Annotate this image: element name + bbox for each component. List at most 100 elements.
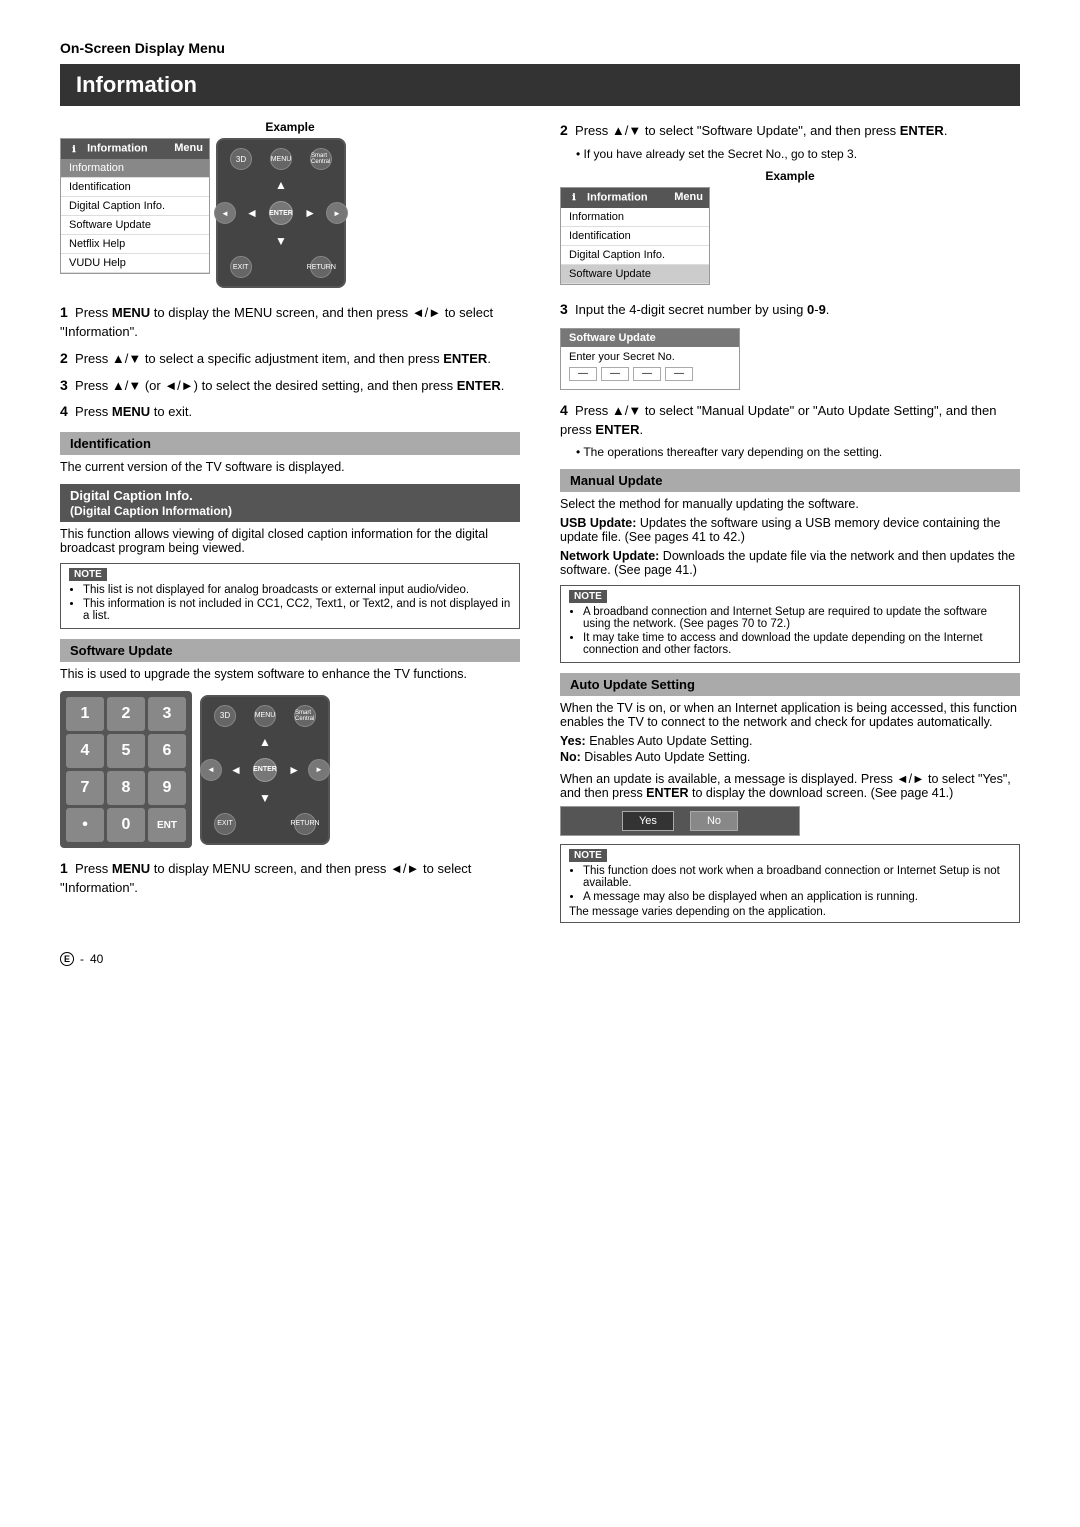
footer-circle: E (60, 951, 74, 966)
key-2[interactable]: 2 (107, 697, 145, 731)
key-dot[interactable]: • (66, 808, 104, 842)
auto-yes-text: Yes: Enables Auto Update Setting. (560, 734, 1020, 748)
note-label-3: NOTE (569, 849, 607, 862)
btn-menu-2[interactable]: MENU (254, 705, 276, 727)
btn-3d-2[interactable]: 3D (214, 705, 236, 727)
auto-update-note-list: This function does not work when a broad… (569, 865, 1011, 903)
btn-return[interactable]: RETURN (310, 256, 332, 278)
remote-top-buttons-2: 3D MENU Smart Central (208, 705, 322, 727)
menu-header-right: ℹ Information Menu (561, 188, 709, 208)
menu-label-right: Menu (674, 191, 703, 205)
btn-enter-2[interactable]: ENTER (253, 758, 277, 782)
btn-no[interactable]: No (690, 811, 738, 831)
key-1[interactable]: 1 (66, 697, 104, 731)
menu-item-dc-r[interactable]: Digital Caption Info. (561, 246, 709, 265)
note-item-2: This information is not included in CC1,… (83, 598, 511, 622)
menu-item-vudu[interactable]: VUDU Help (61, 254, 209, 273)
key-3[interactable]: 3 (148, 697, 186, 731)
btn-left-2[interactable]: ◄ (200, 759, 222, 781)
dpad-left-2[interactable]: ◄ (230, 763, 242, 777)
key-9[interactable]: 9 (148, 771, 186, 805)
dpad-left[interactable]: ◄ (246, 206, 258, 220)
key-5[interactable]: 5 (107, 734, 145, 768)
step2-right: 2 Press ▲/▼ to select "Software Update",… (560, 120, 1020, 141)
step4-left: 4 Press MENU to exit. (60, 401, 520, 422)
sw-update-dashes: — — — — (569, 367, 731, 385)
auto-note-1: This function does not work when a broad… (583, 865, 1011, 889)
dpad-right-2[interactable]: ► (288, 763, 300, 777)
step2-left: 2 Press ▲/▼ to select a specific adjustm… (60, 348, 520, 369)
network-update-text: Network Update: Downloads the update fil… (560, 549, 1020, 577)
key-6[interactable]: 6 (148, 734, 186, 768)
menu-icon-left: ℹ Information (67, 142, 148, 156)
menu-item-identification[interactable]: Identification (61, 178, 209, 197)
btn-exit[interactable]: EXIT (230, 256, 252, 278)
dpad-up-2[interactable]: ▲ (259, 735, 271, 749)
btn-smart-central[interactable]: Smart Central (310, 148, 332, 170)
btn-smart-2[interactable]: Smart Central (294, 705, 316, 727)
menu-item-info-r[interactable]: Information (561, 208, 709, 227)
key-8[interactable]: 8 (107, 771, 145, 805)
dpad-down[interactable]: ▼ (275, 234, 287, 248)
step3-right: 3 Input the 4-digit secret number by usi… (560, 299, 1020, 320)
dash-2: — (601, 367, 629, 381)
identification-text: The current version of the TV software i… (60, 460, 520, 474)
remote-bottom-buttons: EXIT RETURN (224, 256, 338, 278)
key-7[interactable]: 7 (66, 771, 104, 805)
btn-enter[interactable]: ENTER (269, 201, 293, 225)
menu-box-left: ℹ Information Menu Information Identific… (60, 138, 210, 274)
menu-item-netflix[interactable]: Netflix Help (61, 235, 209, 254)
btn-right-arrow[interactable]: ► (326, 202, 348, 224)
dash-4: — (665, 367, 693, 381)
on-screen-display-menu-label: On-Screen Display Menu (60, 40, 1020, 56)
key-0[interactable]: 0 (107, 808, 145, 842)
section-title: Information (60, 64, 1020, 106)
sw-update-subtitle: Enter your Secret No. (569, 351, 731, 363)
step1-left: 1 Press MENU to display the MENU screen,… (60, 302, 520, 342)
remote-control-2: 3D MENU Smart Central ◄ ▲ ▼ ◄ ► ENTER ► (200, 695, 330, 845)
menu-label-left: Menu (174, 142, 203, 156)
step2-note-text: • If you have already set the Secret No.… (576, 147, 1020, 161)
info-icon-right: ℹ (567, 191, 581, 205)
sw-update-body: Enter your Secret No. — — — — (561, 347, 739, 389)
dpad-right[interactable]: ► (304, 206, 316, 220)
note-item-1: This list is not displayed for analog br… (83, 584, 511, 596)
dpad-up[interactable]: ▲ (275, 178, 287, 192)
menu-item-sw-r[interactable]: Software Update (561, 265, 709, 284)
numpad-mockup: 1 2 3 4 5 6 7 8 9 • 0 ENT 3D MENU Smart … (60, 691, 520, 848)
menu-item-id-r[interactable]: Identification (561, 227, 709, 246)
manual-update-note: NOTE A broadband connection and Internet… (560, 585, 1020, 663)
manual-note-2: It may take time to access and download … (583, 632, 1011, 656)
btn-return-2[interactable]: RETURN (294, 813, 316, 835)
usb-update-text: USB Update: Updates the software using a… (560, 516, 1020, 544)
numpad-grid: 1 2 3 4 5 6 7 8 9 • 0 ENT (60, 691, 192, 848)
btn-yes[interactable]: Yes (622, 811, 674, 831)
remote-top-buttons: 3D MENU Smart Central (224, 148, 338, 170)
step2-num: 2 (60, 350, 68, 366)
page-footer: E - 40 (60, 951, 1020, 966)
software-update-text: This is used to upgrade the system softw… (60, 667, 520, 681)
manual-update-note-list: A broadband connection and Internet Setu… (569, 606, 1011, 656)
page-header: On-Screen Display Menu (60, 40, 1020, 56)
menu-header-left: ℹ Information Menu (61, 139, 209, 159)
dpad-down-2[interactable]: ▼ (259, 791, 271, 805)
btn-right-2[interactable]: ► (308, 759, 330, 781)
remote-bottom-2: EXIT RETURN (208, 813, 322, 835)
menu-item-information[interactable]: Information (61, 159, 209, 178)
auto-update-note: NOTE This function does not work when a … (560, 844, 1020, 923)
menu-mockup-right: ℹ Information Menu Information Identific… (560, 187, 1020, 285)
menu-item-digital-caption[interactable]: Digital Caption Info. (61, 197, 209, 216)
menu-item-software-update[interactable]: Software Update (61, 216, 209, 235)
key-ent[interactable]: ENT (148, 808, 186, 842)
footer-dash: - (80, 952, 84, 966)
key-4[interactable]: 4 (66, 734, 104, 768)
digital-caption-note: NOTE This list is not displayed for anal… (60, 563, 520, 629)
btn-left-arrow[interactable]: ◄ (214, 202, 236, 224)
note-label-2: NOTE (569, 590, 607, 603)
btn-menu[interactable]: MENU (270, 148, 292, 170)
btn-exit-2[interactable]: EXIT (214, 813, 236, 835)
note-label-1: NOTE (69, 568, 107, 581)
btn-3d[interactable]: 3D (230, 148, 252, 170)
auto-no-text: No: Disables Auto Update Setting. (560, 750, 1020, 764)
menu-mockup-left: ℹ Information Menu Information Identific… (60, 138, 520, 288)
